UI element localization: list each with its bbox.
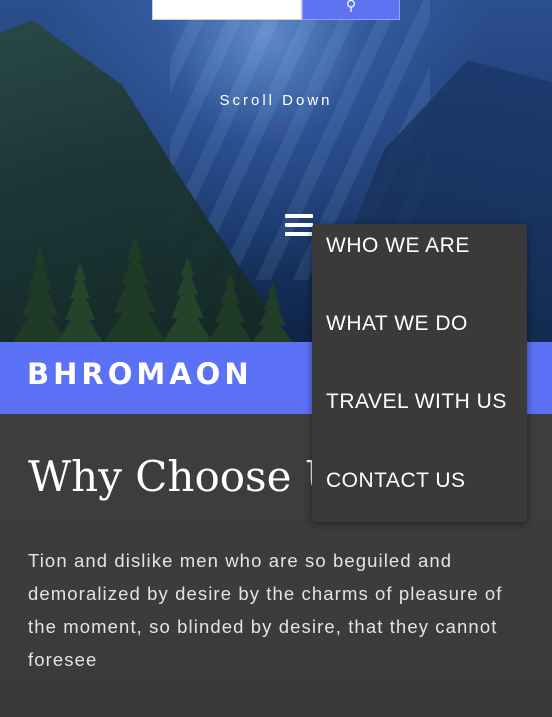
section-paragraph: Tion and dislike men who are so beguiled…: [28, 550, 503, 670]
tree: [162, 257, 213, 342]
search-icon: ⚲: [345, 0, 357, 14]
hamburger-menu-icon[interactable]: [285, 214, 313, 238]
section-heading: Why Choose U: [28, 452, 341, 501]
chevron-down-icon[interactable]: ⌄ ⌄: [268, 117, 284, 138]
scroll-down-label[interactable]: Scroll Down: [0, 92, 552, 109]
menu-item-contact-us[interactable]: CONTACT US: [326, 469, 466, 493]
menu-item-who-we-are[interactable]: WHO WE ARE: [326, 234, 470, 258]
menu-item-travel-with-us[interactable]: TRAVEL WITH US: [326, 390, 507, 414]
tree: [57, 262, 103, 342]
nav-dropdown: WHO WE ARE WHAT WE DO TRAVEL WITH US CON…: [312, 224, 527, 522]
tree: [207, 272, 253, 342]
tree: [103, 237, 167, 342]
tree: [252, 282, 293, 342]
tree: [13, 247, 67, 342]
site-logo[interactable]: BHROMAON: [27, 357, 253, 391]
menu-item-what-we-do[interactable]: WHAT WE DO: [326, 312, 468, 336]
search-input[interactable]: [152, 0, 302, 20]
search-button[interactable]: ⚲: [302, 0, 400, 20]
